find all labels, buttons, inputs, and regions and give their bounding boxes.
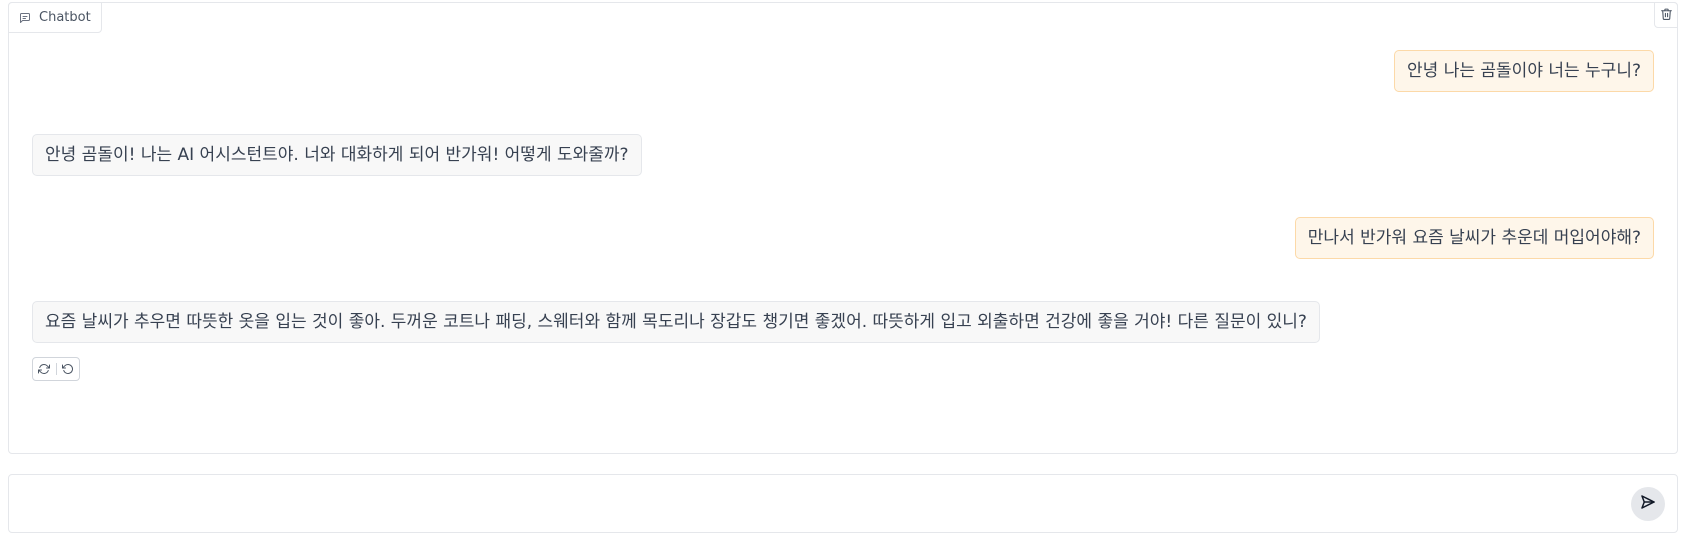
send-button[interactable] <box>1631 487 1665 521</box>
send-icon <box>1639 493 1657 515</box>
chatbot-panel: Chatbot 안녕 나는 곰돌이야 너는 누구니? 안녕 곰돌이! 나는 AI… <box>8 2 1678 454</box>
user-message: 만나서 반가워 요즘 날씨가 추운데 머입어야해? <box>1294 217 1654 259</box>
message-actions <box>32 357 80 381</box>
undo-button[interactable] <box>57 358 80 380</box>
message-input[interactable] <box>19 483 1619 523</box>
trash-icon <box>1660 6 1673 25</box>
bot-message: 안녕 곰돌이! 나는 AI 어시스턴트야. 너와 대화하게 되어 반가워! 어떻… <box>32 134 642 176</box>
chatbot-label: Chatbot <box>8 2 102 33</box>
retry-button[interactable] <box>33 358 56 380</box>
refresh-icon <box>38 360 51 379</box>
undo-icon <box>61 360 74 379</box>
chatbot-label-text: Chatbot <box>39 10 91 25</box>
clear-chat-button[interactable] <box>1654 2 1678 28</box>
chat-bubble-icon <box>19 12 31 24</box>
message-input-box <box>8 474 1678 533</box>
user-message: 안녕 나는 곰돌이야 너는 누구니? <box>1394 50 1654 92</box>
bot-message: 요즘 날씨가 추우면 따뜻한 옷을 입는 것이 좋아. 두꺼운 코트나 패딩, … <box>32 301 1320 343</box>
